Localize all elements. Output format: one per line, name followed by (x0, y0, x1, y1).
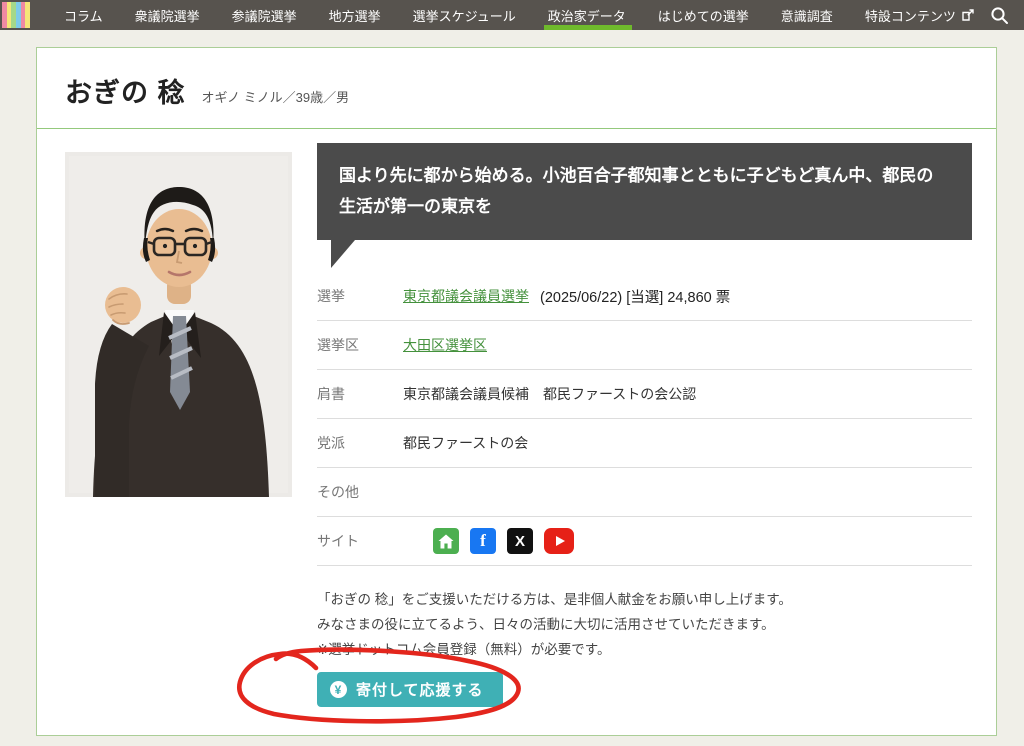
nav-item-column[interactable]: コラム (48, 0, 119, 30)
nav-item-label: 意識調査 (781, 6, 833, 25)
donation-appeal-line: 「おぎの 稔」をご支援いただける方は、是非個人献金をお願い申し上げます。 (317, 588, 972, 613)
field-value: 都民ファーストの会 (403, 433, 528, 453)
nav-item-upper-house-election[interactable]: 参議院選挙 (216, 0, 313, 30)
donate-button-label: 寄付して応援する (356, 679, 484, 700)
election-link[interactable]: 東京都議会議員選挙 (403, 286, 529, 306)
yen-icon: ¥ (330, 681, 347, 698)
table-row-party: 党派 都民ファーストの会 (317, 419, 972, 468)
nav-item-label: はじめての選挙 (658, 6, 749, 25)
youtube-play-glyph (556, 536, 565, 546)
nav-item-label: コラム (64, 6, 103, 25)
donation-appeal-line: ※選挙ドットコム会員登録（無料）が必要です。 (317, 638, 972, 663)
donation-appeal-line: みなさまの役に立てるよう、日々の活動に大切に活用させていただきます。 (317, 613, 972, 638)
x-icon[interactable]: X (507, 528, 533, 554)
field-label: 肩書 (317, 384, 403, 404)
search-icon[interactable] (990, 6, 1009, 25)
site-link-icons: f X (403, 528, 574, 554)
field-label: その他 (317, 482, 403, 502)
campaign-statement-bubble: 国より先に都から始める。小池百合子都知事とともに子どもど真ん中、都民の生活が第一… (317, 143, 972, 240)
home-icon[interactable] (433, 528, 459, 554)
nav-item-first-election[interactable]: はじめての選挙 (642, 0, 765, 30)
profile-info-table: 選挙 東京都議会議員選挙 (2025/06/22) [当選] 24,860 票 … (317, 272, 972, 566)
nav-item-special-contents[interactable]: 特設コンテンツ (849, 0, 990, 30)
field-value: 東京都議会議員候補 都民ファーストの会公認 (403, 384, 696, 404)
nav-right-icons (990, 0, 1024, 30)
facebook-icon[interactable]: f (470, 528, 496, 554)
top-navigation-bar: コラム 衆議院選挙 参議院選挙 地方選挙 選挙スケジュール 政治家データ はじめ… (0, 0, 1024, 30)
senkyo-dotcom-logo[interactable] (2, 2, 30, 28)
facebook-glyph: f (480, 531, 486, 551)
nav-item-lower-house-election[interactable]: 衆議院選挙 (119, 0, 216, 30)
nav-item-opinion-survey[interactable]: 意識調査 (765, 0, 849, 30)
youtube-icon[interactable] (544, 528, 574, 554)
nav-item-label: 特設コンテンツ (865, 6, 956, 25)
table-row-district: 選挙区 大田区選挙区 (317, 321, 972, 370)
nav-item-politician-data-active[interactable]: 政治家データ (532, 0, 642, 30)
table-row-sites: サイト f X (317, 517, 972, 566)
field-label: 党派 (317, 433, 403, 453)
nav-item-election-schedule[interactable]: 選挙スケジュール (397, 0, 532, 30)
external-link-icon (962, 9, 974, 21)
nav-item-label: 参議院選挙 (232, 6, 297, 25)
nav-item-label: 選挙スケジュール (413, 6, 516, 25)
table-row-other: その他 (317, 468, 972, 517)
field-value: 東京都議会議員選挙 (2025/06/22) [当選] 24,860 票 (403, 286, 730, 307)
nav-item-label: 衆議院選挙 (135, 6, 200, 25)
district-link[interactable]: 大田区選挙区 (403, 335, 487, 355)
profile-details-column: 国より先に都から始める。小池百合子都知事とともに子どもど真ん中、都民の生活が第一… (317, 143, 972, 707)
nav-item-local-election[interactable]: 地方選挙 (313, 0, 397, 30)
field-label: 選挙区 (317, 335, 403, 355)
active-tab-underline (544, 25, 632, 30)
politician-name: おぎの 稔 (65, 71, 186, 110)
profile-header: おぎの 稔 オギノ ミノル／39歳／男 (37, 48, 996, 129)
profile-content: 国より先に都から始める。小池百合子都知事とともに子どもど真ん中、都民の生活が第一… (37, 129, 996, 707)
nav-items: コラム 衆議院選挙 参議院選挙 地方選挙 選挙スケジュール 政治家データ はじめ… (48, 0, 990, 30)
nav-item-label: 政治家データ (548, 6, 626, 25)
politician-kana-age-gender: オギノ ミノル／39歳／男 (202, 87, 350, 106)
logo-stripe (25, 2, 30, 28)
campaign-statement-text: 国より先に都から始める。小池百合子都知事とともに子どもど真ん中、都民の生活が第一… (339, 166, 933, 216)
politician-profile-card: おぎの 稔 オギノ ミノル／39歳／男 (36, 47, 997, 736)
table-row-election: 選挙 東京都議会議員選挙 (2025/06/22) [当選] 24,860 票 (317, 272, 972, 321)
table-row-title: 肩書 東京都議会議員候補 都民ファーストの会公認 (317, 370, 972, 419)
donation-appeal-text: 「おぎの 稔」をご支援いただける方は、是非個人献金をお願い申し上げます。 みなさ… (317, 588, 972, 663)
speech-bubble-tail (331, 240, 355, 268)
donate-button[interactable]: ¥ 寄付して応援する (317, 672, 503, 707)
nav-item-label: 地方選挙 (329, 6, 381, 25)
field-value: 大田区選挙区 (403, 335, 487, 355)
politician-photo (65, 152, 292, 707)
field-label: 選挙 (317, 286, 403, 306)
field-label: サイト (317, 531, 403, 551)
x-glyph: X (515, 533, 525, 550)
election-result-text: (2025/06/22) [当選] 24,860 票 (540, 286, 730, 307)
